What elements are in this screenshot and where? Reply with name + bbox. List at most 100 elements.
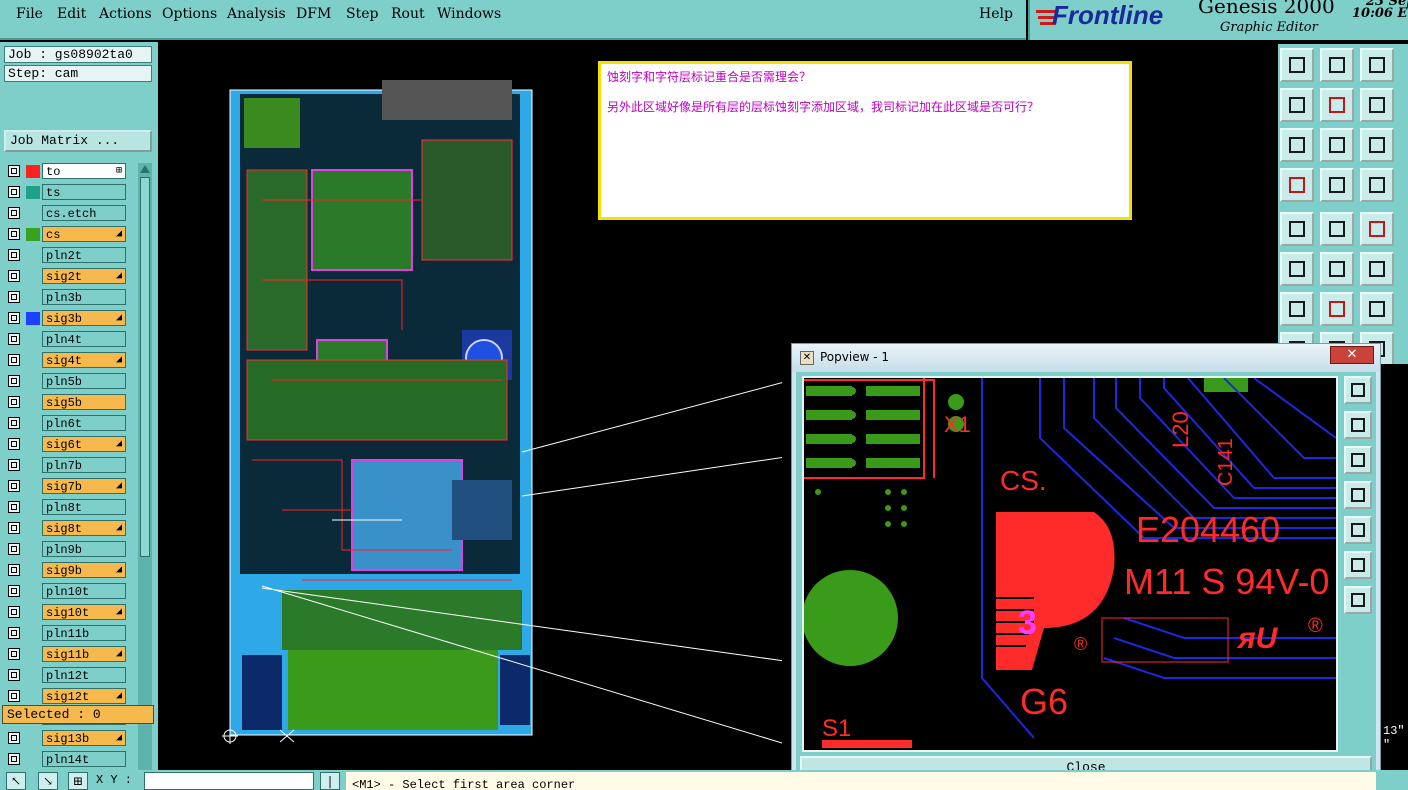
export-icon[interactable]: [1320, 48, 1354, 82]
menu-step[interactable]: Step: [346, 6, 378, 22]
layer-name[interactable]: to ⊞: [42, 163, 126, 179]
menu-actions[interactable]: Actions: [99, 6, 152, 22]
layer-visibility-checkbox[interactable]: [8, 627, 20, 639]
home-icon[interactable]: [1280, 48, 1314, 82]
layer-visibility-checkbox[interactable]: [8, 480, 20, 492]
layer-name[interactable]: sig9b ◢: [42, 562, 126, 578]
settings-icon[interactable]: [1280, 168, 1314, 202]
layer-visibility-checkbox[interactable]: [8, 165, 20, 177]
layer-name[interactable]: pln8t: [42, 499, 126, 515]
layer-name[interactable]: cs.etch: [42, 205, 126, 221]
layer-row[interactable]: sig3b ◢: [4, 310, 128, 327]
layer-name[interactable]: sig6t ◢: [42, 436, 126, 452]
redo-icon[interactable]: [1320, 88, 1354, 122]
undo-icon[interactable]: [1280, 88, 1314, 122]
nodes-icon[interactable]: [1280, 252, 1314, 286]
layer-visibility-checkbox[interactable]: [8, 690, 20, 702]
layer-name[interactable]: sig4t ◢: [42, 352, 126, 368]
layer-row[interactable]: sig9b ◢: [4, 562, 128, 579]
popview-zoom-view[interactable]: X1 CS. 1 E204460 M11 S 94V-0 3 ® ᴙU ® G6…: [802, 376, 1338, 752]
window-close-icon[interactable]: ✕: [1330, 346, 1374, 364]
layer-color-swatch[interactable]: [26, 312, 40, 325]
pv-pan-right-icon[interactable]: [1344, 516, 1372, 544]
layer-row[interactable]: sig8t ◢: [4, 520, 128, 537]
xy-coordinate-field[interactable]: [144, 772, 314, 790]
layer-name[interactable]: pln7b: [42, 457, 126, 473]
layer-name[interactable]: sig3b ◢: [42, 310, 126, 326]
layer-visibility-checkbox[interactable]: [8, 291, 20, 303]
house-icon[interactable]: [1360, 48, 1394, 82]
layer-visibility-checkbox[interactable]: [8, 186, 20, 198]
layer-row[interactable]: sig2t ◢: [4, 268, 128, 285]
layer-visibility-checkbox[interactable]: [8, 312, 20, 324]
menu-analysis[interactable]: Analysis: [227, 6, 286, 22]
layer-visibility-checkbox[interactable]: [8, 333, 20, 345]
layer-name[interactable]: pln12t: [42, 667, 126, 683]
layer-row[interactable]: pln14t: [4, 751, 128, 768]
layer-name[interactable]: sig8t ◢: [42, 520, 126, 536]
layer-visibility-checkbox[interactable]: [8, 543, 20, 555]
select-tool-icon[interactable]: ↖: [6, 772, 26, 790]
pv-fit-icon[interactable]: [1344, 376, 1372, 404]
layer-row[interactable]: pln11b: [4, 625, 128, 642]
layer-color-swatch[interactable]: [26, 165, 40, 178]
layer-row[interactable]: pln12t: [4, 667, 128, 684]
layer-visibility-checkbox[interactable]: [8, 396, 20, 408]
layer-visibility-checkbox[interactable]: [8, 438, 20, 450]
layer-visibility-checkbox[interactable]: [8, 249, 20, 261]
layer-name[interactable]: sig2t ◢: [42, 268, 126, 284]
menu-help[interactable]: Help: [979, 6, 1013, 22]
angle-icon[interactable]: [1280, 292, 1314, 326]
layer-visibility-checkbox[interactable]: [8, 459, 20, 471]
layer-name[interactable]: pln2t: [42, 247, 126, 263]
pad-icon[interactable]: [1280, 212, 1314, 246]
layer-visibility-checkbox[interactable]: [8, 522, 20, 534]
menu-windows[interactable]: Windows: [437, 6, 501, 22]
zoom-home-icon[interactable]: [1360, 88, 1394, 122]
layer-scrollbar[interactable]: [138, 163, 152, 785]
scroll-up-icon[interactable]: [138, 163, 152, 175]
layer-row[interactable]: pln10t: [4, 583, 128, 600]
scroll-thumb[interactable]: [140, 177, 150, 557]
layer-name[interactable]: pln5b: [42, 373, 126, 389]
layer-color-swatch[interactable]: [26, 186, 40, 199]
layer-visibility-checkbox[interactable]: [8, 501, 20, 513]
layers-icon[interactable]: [1360, 168, 1394, 202]
cross-icon[interactable]: [1320, 252, 1354, 286]
layer-visibility-checkbox[interactable]: [8, 669, 20, 681]
layer-name[interactable]: pln11b: [42, 625, 126, 641]
layer-name[interactable]: sig13b ◢: [42, 730, 126, 746]
layer-row[interactable]: sig6t ◢: [4, 436, 128, 453]
menu-edit[interactable]: Edit: [57, 6, 86, 22]
layer-row[interactable]: pln6t: [4, 415, 128, 432]
layer-row[interactable]: cs ◢: [4, 226, 128, 243]
layer-row[interactable]: pln8t: [4, 499, 128, 516]
layer-row[interactable]: pln4t: [4, 331, 128, 348]
layer-visibility-checkbox[interactable]: [8, 606, 20, 618]
layer-name[interactable]: pln14t: [42, 751, 126, 767]
rotate-icon[interactable]: [1360, 292, 1394, 326]
pv-center-icon[interactable]: [1344, 586, 1372, 614]
layer-row[interactable]: sig10t ◢: [4, 604, 128, 621]
grid-tool-icon[interactable]: ⊞: [68, 772, 88, 790]
layer-visibility-checkbox[interactable]: [8, 375, 20, 387]
pv-pan-left-icon[interactable]: [1344, 481, 1372, 509]
layer-name[interactable]: sig11b ◢: [42, 646, 126, 662]
layer-row[interactable]: sig11b ◢: [4, 646, 128, 663]
fit-icon[interactable]: [1280, 128, 1314, 162]
menu-rout[interactable]: Rout: [391, 6, 425, 22]
layer-visibility-checkbox[interactable]: [8, 354, 20, 366]
layer-visibility-checkbox[interactable]: [8, 648, 20, 660]
layer-visibility-checkbox[interactable]: [8, 228, 20, 240]
ratio-icon[interactable]: [1360, 128, 1394, 162]
layer-name[interactable]: cs ◢: [42, 226, 126, 242]
job-matrix-button[interactable]: Job Matrix ...: [4, 130, 152, 152]
menu-dfm[interactable]: DFM: [296, 6, 331, 22]
layer-visibility-checkbox[interactable]: [8, 753, 20, 765]
connect-icon[interactable]: [1360, 252, 1394, 286]
layer-row[interactable]: cs.etch: [4, 205, 128, 222]
layer-row[interactable]: to ⊞: [4, 163, 128, 180]
line-icon[interactable]: [1320, 292, 1354, 326]
layer-visibility-checkbox[interactable]: [8, 585, 20, 597]
grid-icon[interactable]: [1320, 168, 1354, 202]
